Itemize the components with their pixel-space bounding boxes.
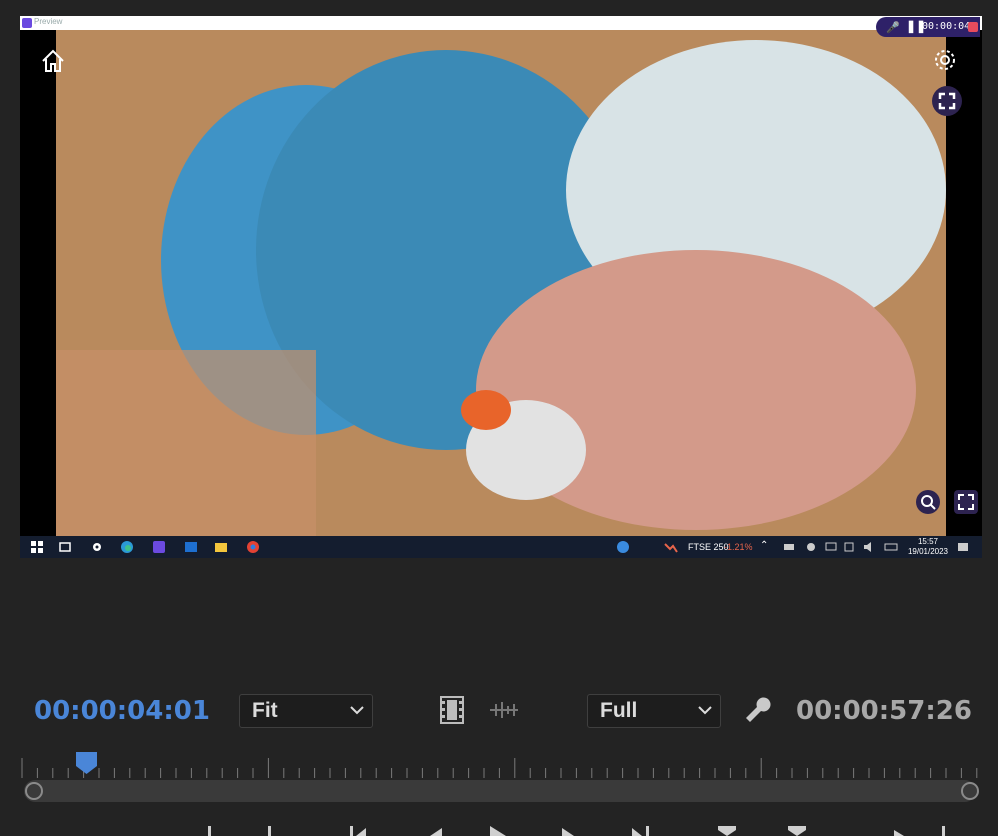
preview-window: Preview 🎤 ❚❚ 00:00:04 FTSE 250 -1.21% ⌃ …: [20, 16, 982, 558]
go-to-in-icon[interactable]: [350, 826, 366, 836]
duration-timecode: 00:00:57:26: [796, 696, 972, 726]
button-editor-icon[interactable]: [942, 826, 945, 836]
zoom-scrollbar[interactable]: [24, 780, 976, 802]
notifications-icon[interactable]: [956, 540, 970, 554]
scrollbar-left-handle[interactable]: [25, 782, 43, 800]
add-marker-icon[interactable]: [208, 826, 211, 836]
scrollbar-right-handle[interactable]: [961, 782, 979, 800]
window-title-bar: Preview: [20, 16, 982, 30]
tray-network-icon[interactable]: [842, 540, 856, 554]
window-title: Preview: [34, 17, 63, 26]
stock-ticker-label[interactable]: FTSE 250: [688, 542, 729, 552]
video-frame: [56, 30, 946, 544]
wrench-icon[interactable]: [744, 696, 774, 731]
fullscreen-icon[interactable]: [932, 86, 962, 116]
windows-taskbar: FTSE 250 -1.21% ⌃ 15:57 19/01/2023: [20, 536, 982, 558]
chrome-icon[interactable]: [246, 540, 260, 554]
time-ruler[interactable]: [20, 750, 978, 780]
zoom-level-select[interactable]: Fit: [239, 694, 373, 728]
chevron-down-icon: [698, 706, 712, 715]
play-icon[interactable]: [490, 826, 506, 836]
recording-bar: 🎤 ❚❚ 00:00:04: [876, 17, 980, 37]
taskbar-time: 15:57: [917, 537, 939, 546]
taskbar-date: 19/01/2023: [907, 547, 949, 556]
stop-record-button[interactable]: [968, 22, 978, 32]
overwrite-icon[interactable]: [788, 826, 806, 836]
gear-icon[interactable]: [932, 47, 958, 78]
zoom-icon[interactable]: [916, 490, 940, 514]
help-icon[interactable]: [616, 540, 630, 554]
chevron-up-icon[interactable]: ⌃: [760, 540, 774, 554]
step-back-icon[interactable]: [430, 828, 442, 836]
transport-controls: [208, 826, 945, 836]
chevron-down-icon: [350, 706, 364, 715]
task-view-icon[interactable]: [58, 540, 72, 554]
audio-waveform-icon[interactable]: [488, 700, 520, 725]
playback-resolution-value: Full: [600, 699, 638, 722]
home-icon[interactable]: [40, 48, 66, 79]
go-to-out-icon[interactable]: [632, 826, 649, 836]
playback-resolution-select[interactable]: Full: [587, 694, 721, 728]
app-icon: [22, 18, 32, 28]
tray-chat-icon[interactable]: [804, 540, 818, 554]
windows-start-icon[interactable]: [30, 540, 44, 554]
taskbar-clock: 15:57 19/01/2023: [906, 537, 950, 557]
film-strip-icon[interactable]: [440, 696, 464, 729]
tray-keyboard-icon[interactable]: [884, 540, 898, 554]
playhead[interactable]: [76, 752, 97, 774]
export-frame-icon[interactable]: [894, 830, 904, 836]
mark-in-icon[interactable]: [268, 826, 271, 836]
tray-icon[interactable]: [782, 540, 796, 554]
settings-taskbar-icon[interactable]: [90, 540, 104, 554]
volume-icon[interactable]: [862, 540, 876, 554]
tray-display-icon[interactable]: [824, 540, 838, 554]
microphone-icon[interactable]: 🎤: [886, 21, 900, 34]
file-explorer-icon[interactable]: [214, 540, 228, 554]
step-forward-icon[interactable]: [562, 828, 574, 836]
fullscreen-small-icon[interactable]: [954, 490, 978, 514]
recording-time: 00:00:04: [922, 21, 971, 32]
insert-icon[interactable]: [718, 826, 736, 836]
stock-chart-icon[interactable]: [664, 540, 678, 554]
edge-browser-icon[interactable]: [120, 540, 134, 554]
zoom-level-value: Fit: [252, 699, 278, 722]
outlook-icon[interactable]: [184, 540, 198, 554]
recorder-app-icon[interactable]: [152, 540, 166, 554]
current-timecode[interactable]: 00:00:04:01: [34, 696, 210, 726]
stock-ticker-change[interactable]: -1.21%: [724, 542, 753, 552]
